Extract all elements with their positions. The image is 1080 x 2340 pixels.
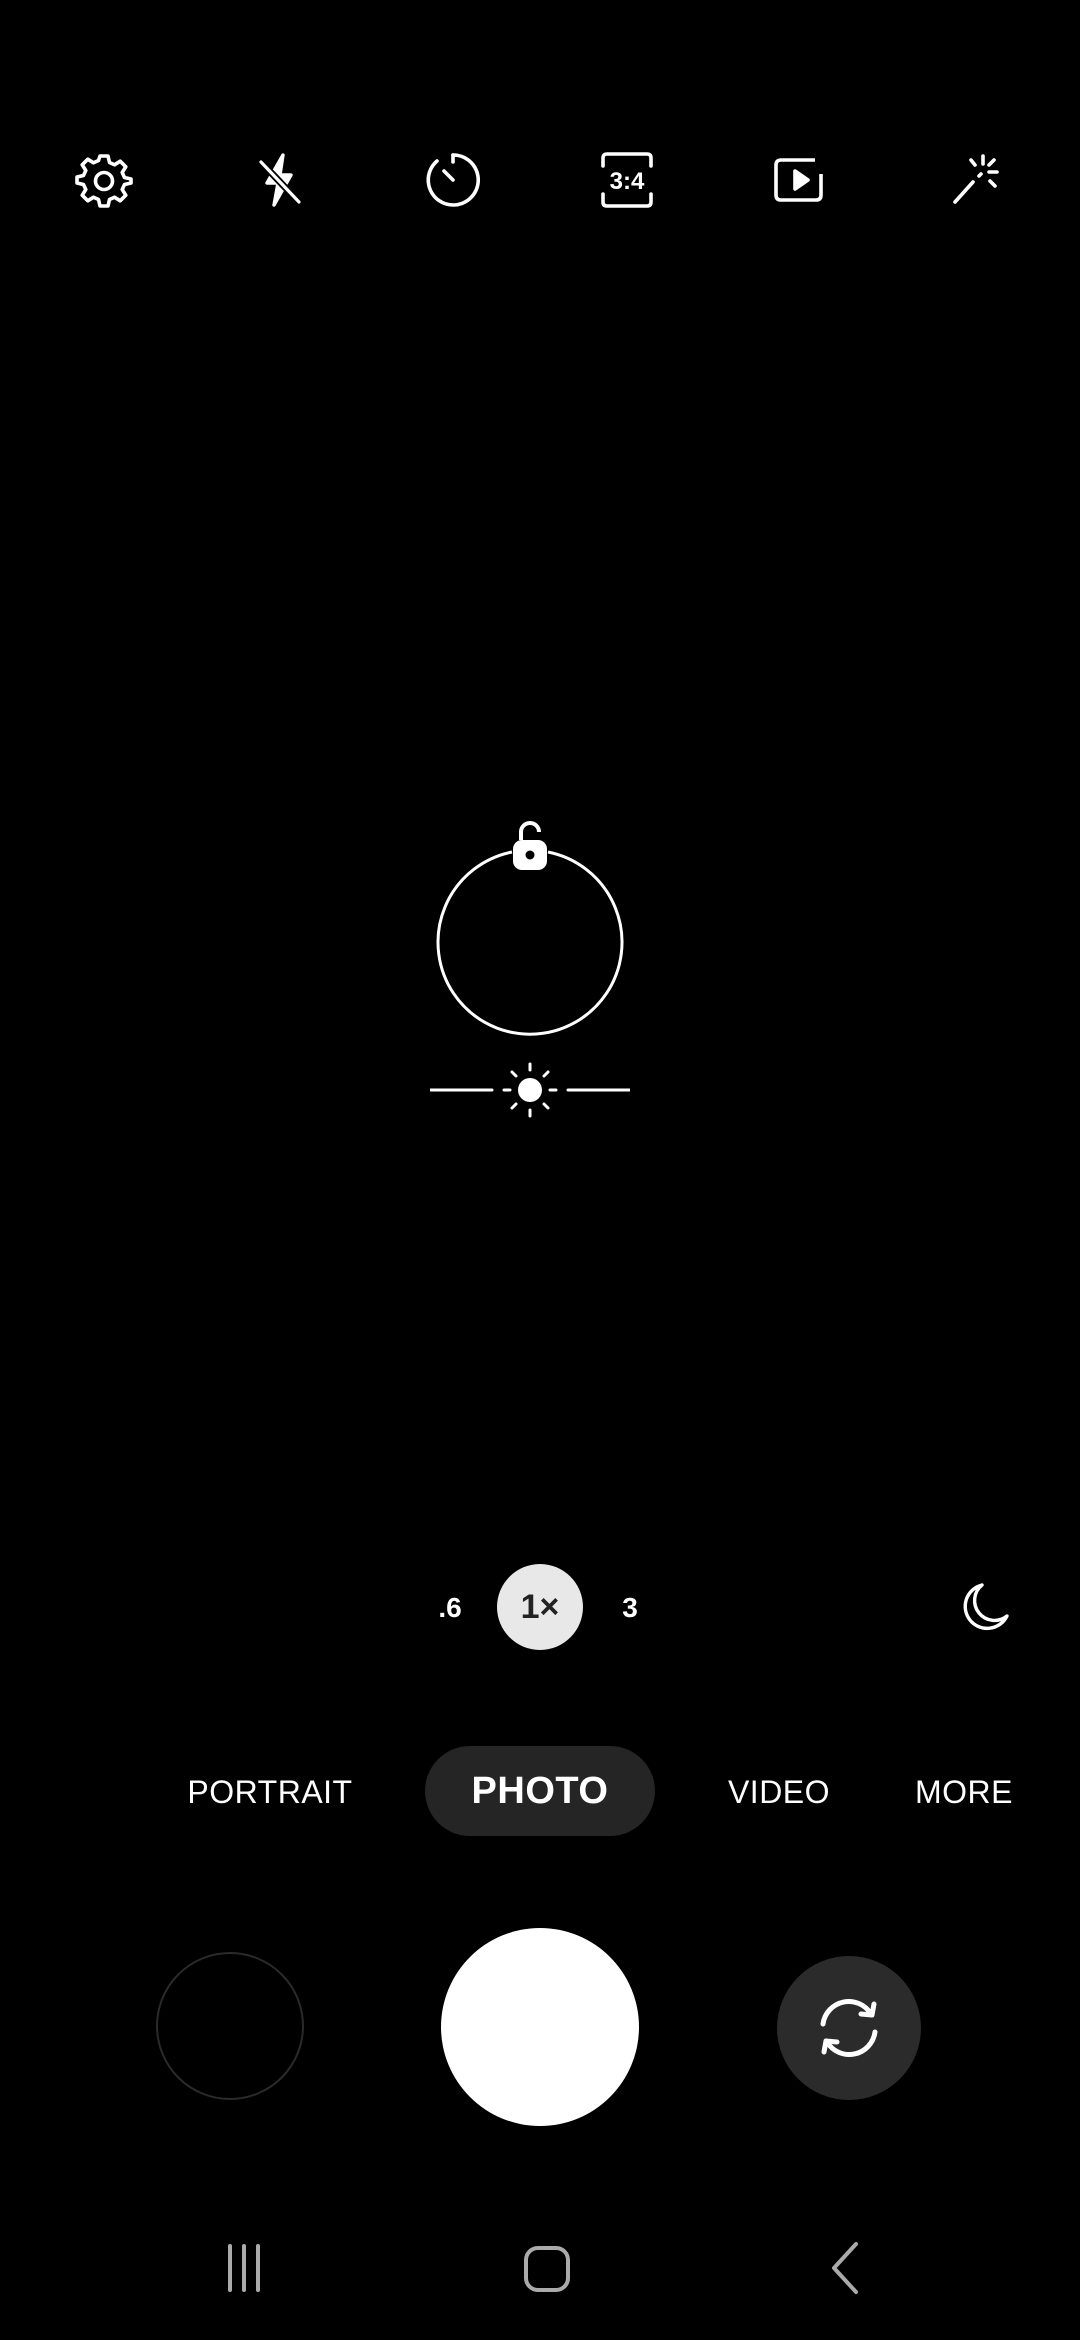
padlock-open-icon[interactable] [513,821,547,870]
mode-video[interactable]: VIDEO [717,1762,841,1822]
zoom-option-1x-selected[interactable]: 1× [497,1564,583,1650]
timer-icon[interactable] [423,150,483,210]
mode-photo-selected[interactable]: PHOTO [425,1746,655,1836]
switch-camera-icon [820,1999,878,2057]
motion-photo-icon[interactable] [771,150,831,210]
settings-gear-icon[interactable] [74,150,134,210]
zoom-option-telephoto[interactable]: 3 [600,1580,660,1636]
brightness-sun-icon [502,1062,558,1118]
filters-magic-wand-icon[interactable] [945,150,1005,210]
shutter-button[interactable] [441,1928,639,2126]
back-icon[interactable] [808,2236,888,2300]
gallery-thumbnail[interactable] [156,1952,304,2100]
switch-camera-button[interactable] [777,1956,921,2100]
recent-apps-icon[interactable] [204,2236,284,2300]
zoom-option-ultrawide[interactable]: .6 [420,1580,480,1636]
home-icon[interactable] [506,2236,586,2300]
focus-ring[interactable] [430,818,630,1038]
mode-more[interactable]: MORE [908,1762,1020,1822]
aspect-ratio-icon[interactable]: 3:4 [597,150,657,210]
mode-portrait[interactable]: PORTRAIT [176,1762,364,1822]
exposure-slider[interactable] [428,1060,632,1120]
night-mode-moon-icon[interactable] [952,1578,1014,1640]
flash-off-icon[interactable] [249,150,309,210]
aspect-ratio-label: 3:4 [610,168,645,195]
